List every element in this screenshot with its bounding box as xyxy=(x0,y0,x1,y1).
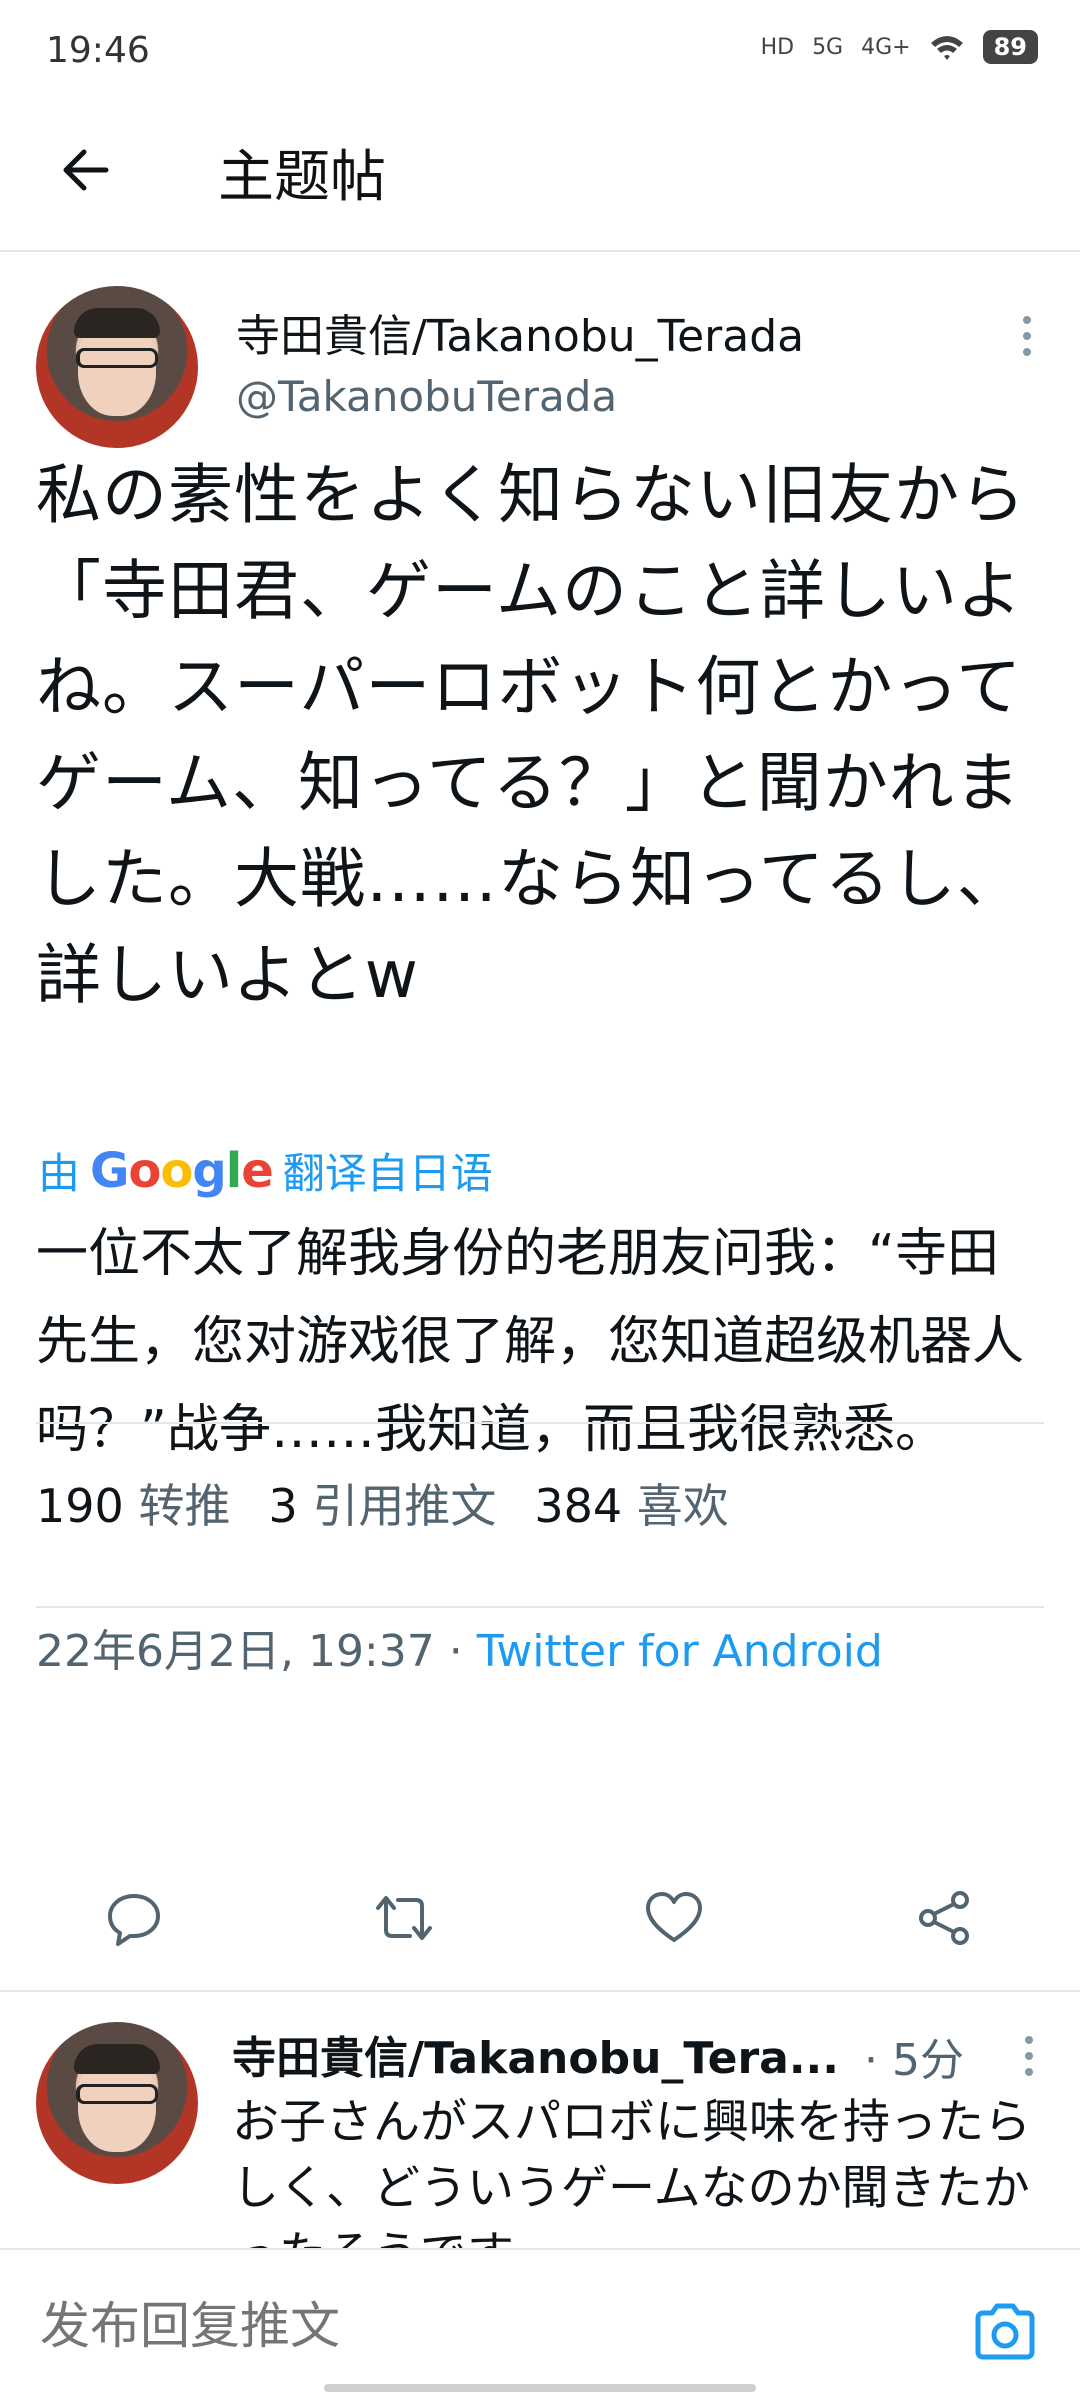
reply-icon[interactable] xyxy=(102,1886,166,1950)
more-icon[interactable] xyxy=(1024,2032,1034,2082)
translate-suffix: 翻译自日语 xyxy=(282,1149,493,1198)
signal-4g-icon: 4G+ xyxy=(861,34,911,60)
quotes-stat[interactable]: 3 引用推文 xyxy=(268,1470,496,1536)
reply-input[interactable] xyxy=(38,2296,842,2356)
tweet-text: 私の素性をよく知らない旧友から「寺田君、ゲームのこと詳しいよね。スーパーロボット… xyxy=(36,458,1027,1013)
share-icon[interactable] xyxy=(912,1886,976,1950)
reply-avatar[interactable] xyxy=(36,2022,198,2184)
tweet-meta: 22年6月2日, 19:37 · Twitter for Android xyxy=(36,1615,883,1679)
retweets-stat[interactable]: 190 转推 xyxy=(36,1470,230,1536)
divider xyxy=(36,1422,1044,1424)
camera-icon[interactable] xyxy=(972,2300,1038,2362)
avatar-hair xyxy=(74,2044,160,2074)
wifi-icon xyxy=(930,36,963,60)
home-indicator xyxy=(324,2384,756,2392)
divider xyxy=(36,1606,1044,1608)
author-handle[interactable]: @TakanobuTerada xyxy=(236,372,617,421)
likes-stat[interactable]: 384 喜欢 xyxy=(534,1470,728,1536)
translated-text: 一位不太了解我身份的老朋友问我：“寺田先生，您对游戏很了解，您知道超级机器人吗？… xyxy=(36,1224,1025,1460)
tweet-actions xyxy=(36,1886,1044,1966)
avatar-glasses xyxy=(76,2084,158,2104)
google-logo: Google xyxy=(90,1142,274,1199)
status-time: 19:46 xyxy=(46,30,150,71)
more-icon[interactable] xyxy=(1022,312,1032,362)
top-app-bar: 主题帖 xyxy=(0,100,1080,252)
tweet-date: 22年6月2日, 19:37 · xyxy=(36,1626,477,1677)
tweet-stats: 190 转推 3 引用推文 384 喜欢 xyxy=(36,1470,729,1536)
tweet-source-link[interactable]: Twitter for Android xyxy=(477,1626,883,1677)
like-icon[interactable] xyxy=(642,1886,706,1950)
reply-author-name[interactable]: 寺田貴信/Takanobu_Tera... xyxy=(232,2022,852,2086)
retweet-icon[interactable] xyxy=(372,1886,436,1950)
likes-count: 384 xyxy=(534,1479,623,1533)
retweets-label: 转推 xyxy=(138,1479,231,1533)
reply-composer xyxy=(0,2248,1080,2402)
reply-text: お子さんがスパロボに興味を持ったらしく、どういうゲームなのか聞きたかったそうです… xyxy=(232,2095,1031,2260)
back-arrow-icon[interactable] xyxy=(56,140,116,200)
translate-prefix: 由 xyxy=(38,1149,81,1198)
translation-attribution[interactable]: 由 Google 翻译自日语 xyxy=(38,1140,493,1201)
avatar-glasses xyxy=(76,348,158,368)
quotes-label: 引用推文 xyxy=(312,1479,497,1533)
reply-time: · 5分 xyxy=(864,2035,964,2086)
signal-5g-icon: 5G xyxy=(812,34,844,60)
page-title: 主题帖 xyxy=(218,145,386,210)
avatar[interactable] xyxy=(36,286,198,448)
likes-label: 喜欢 xyxy=(636,1479,729,1533)
retweets-count: 190 xyxy=(36,1479,124,1533)
quotes-count: 3 xyxy=(268,1479,298,1533)
status-bar: 19:46 HD 5G 4G+ 89 xyxy=(0,0,1080,100)
battery-icon: 89 xyxy=(982,30,1038,64)
author-name[interactable]: 寺田貴信/Takanobu_Terada xyxy=(236,300,804,364)
hd-icon: HD xyxy=(760,34,795,60)
avatar-hair xyxy=(74,308,160,338)
divider xyxy=(0,1990,1080,1992)
status-icons: HD 5G 4G+ 89 xyxy=(761,30,1038,64)
